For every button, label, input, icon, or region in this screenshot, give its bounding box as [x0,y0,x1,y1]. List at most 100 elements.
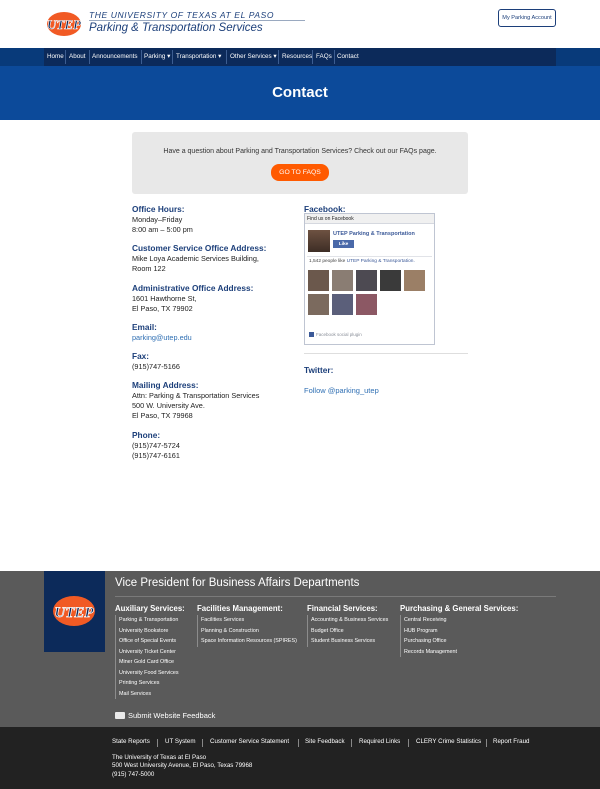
nav-announcements[interactable]: Announcements [90,48,140,66]
department-name[interactable]: Parking & Transportation Services [89,22,263,34]
footer-link[interactable]: Budget Office [307,625,388,636]
footer-link[interactable]: Mail Services [115,688,179,699]
facilities-management-list: Facilities Services Planning & Construct… [197,615,297,647]
twitter-follow-link[interactable]: Follow @parking_utep [304,386,379,395]
customer-service-address-line1: Mike Loya Academic Services Building, [132,254,259,263]
university-name: THE UNIVERSITY OF TEXAS AT EL PASO [89,10,275,20]
facebook-like-count: 1,542 people like UTEP Parking & Transpo… [309,259,415,264]
footer-link-divider [351,739,352,747]
facilities-management-heading: Facilities Management: [197,604,283,613]
fan-avatar[interactable] [404,270,425,291]
nav-home[interactable]: Home [45,48,66,66]
footer-link[interactable]: Miner Gold Card Office [115,657,179,668]
footer-link[interactable]: Facilities Services [197,615,297,626]
fan-avatar[interactable] [308,294,329,315]
footer-link-clery[interactable]: CLERY Crime Statistics [416,738,481,745]
nav-faqs[interactable]: FAQs [314,48,334,66]
my-parking-account-button[interactable]: My Parking Account [498,9,556,27]
nav-divider [226,50,227,64]
footer-link-customer-service[interactable]: Customer Service Statement [210,738,289,745]
go-to-faqs-button[interactable]: GO TO FAQS [271,164,329,181]
footer-link[interactable]: Space Information Resources (SPIRES) [197,636,297,647]
brand-divider [89,20,305,21]
financial-services-list: Accounting & Business Services Budget Of… [307,615,388,647]
purchasing-services-heading: Purchasing & General Services: [400,604,519,613]
nav-about[interactable]: About [67,48,87,66]
nav-resources[interactable]: Resources [280,48,314,66]
nav-divider [278,50,279,64]
footer-address-line2: 500 West University Avenue, El Paso, Tex… [112,762,253,769]
footer-link-state-reports[interactable]: State Reports [112,738,150,745]
facebook-like-button[interactable]: Like [333,240,354,248]
admin-address-label: Administrative Office Address: [132,283,254,293]
nav-divider [312,50,313,64]
mailing-address-label: Mailing Address: [132,380,199,390]
footer-link[interactable]: University Bookstore [115,625,179,636]
customer-service-address-label: Customer Service Office Address: [132,243,267,253]
facebook-page-name[interactable]: UTEP Parking & Transportation [333,231,415,237]
footer-link-divider [408,739,409,747]
footer-link[interactable]: Planning & Construction [197,625,297,636]
footer-link-report-fraud[interactable]: Report Fraud [493,738,529,745]
fan-avatar[interactable] [356,294,377,315]
nav-contact[interactable]: Contact [335,48,361,66]
phone-number-2: (915)747-6161 [132,451,180,460]
footer-link[interactable]: Records Management [400,646,457,657]
footer-link-divider [298,739,299,747]
footer-link-site-feedback[interactable]: Site Feedback [305,738,345,745]
footer-link[interactable]: University Food Services [115,667,179,678]
submit-feedback-link[interactable]: Submit Website Feedback [128,711,215,720]
facebook-divider [307,256,432,257]
envelope-icon [115,712,125,719]
fan-avatar[interactable] [332,270,353,291]
fan-avatar[interactable] [308,270,329,291]
fax-label: Fax: [132,351,150,361]
fan-avatar[interactable] [380,270,401,291]
page-title: Contact [272,84,328,101]
footer-phone: (915) 747-5000 [112,771,155,778]
email-link[interactable]: parking@utep.edu [132,333,192,343]
facebook-page-avatar[interactable] [308,230,330,252]
footer-link[interactable]: Printing Services [115,678,179,689]
facebook-count-link[interactable]: UTEP Parking & Transportation. [347,259,415,264]
main-navbar: Home About Announcements Parking ▾ Trans… [0,48,600,66]
facebook-icon [309,332,314,338]
site-header: UTEP THE UNIVERSITY OF TEXAS AT EL PASO … [0,0,600,48]
footer-link[interactable]: Accounting & Business Services [307,615,388,626]
auxiliary-services-list: Parking & Transportation University Book… [115,615,179,699]
nav-divider [172,50,173,64]
footer-link-required-links[interactable]: Required Links [359,738,400,745]
footer-link[interactable]: HUB Program [400,625,457,636]
footer-address-line1: The University of Texas at El Paso [112,754,207,761]
facebook-plugin-text: Facebook social plugin [316,332,362,337]
navbar-inner: Home About Announcements Parking ▾ Trans… [44,48,556,66]
customer-service-address-line2: Room 122 [132,264,166,273]
phone-label: Phone: [132,430,161,440]
facebook-count-prefix: 1,542 people like [309,259,346,264]
nav-parking[interactable]: Parking ▾ [142,48,172,66]
footer-link[interactable]: Office of Special Events [115,636,179,647]
footer-link[interactable]: Central Receiving [400,615,457,626]
faq-callout [132,132,468,194]
office-hours-label: Office Hours: [132,204,185,214]
nav-transportation[interactable]: Transportation ▾ [174,48,223,66]
utep-logo-icon[interactable]: UTEP [45,10,83,38]
office-hours-days: Monday–Friday [132,215,183,224]
footer-link-ut-system[interactable]: UT System [165,738,195,745]
bottom-footer [0,727,600,789]
footer-link[interactable]: University Ticket Center [115,646,179,657]
faq-callout-text: Have a question about Parking and Transp… [163,148,437,155]
auxiliary-services-heading: Auxiliary Services: [115,604,185,613]
facebook-social-plugin: Facebook social plugin [309,332,362,338]
utep-footer-logo-icon[interactable]: UTEP [44,571,105,652]
admin-address-line2: El Paso, TX 79902 [132,304,193,313]
mailing-address-line1: Attn: Parking & Transportation Services [132,391,260,400]
svg-text:UTEP: UTEP [47,17,82,32]
footer-link[interactable]: Purchasing Office [400,636,457,647]
nav-other-services[interactable]: Other Services ▾ [228,48,279,66]
fan-avatar[interactable] [332,294,353,315]
fan-avatar[interactable] [356,270,377,291]
footer-link[interactable]: Student Business Services [307,636,388,647]
footer-title: Vice President for Business Affairs Depa… [115,577,360,589]
footer-link[interactable]: Parking & Transportation [115,615,179,626]
